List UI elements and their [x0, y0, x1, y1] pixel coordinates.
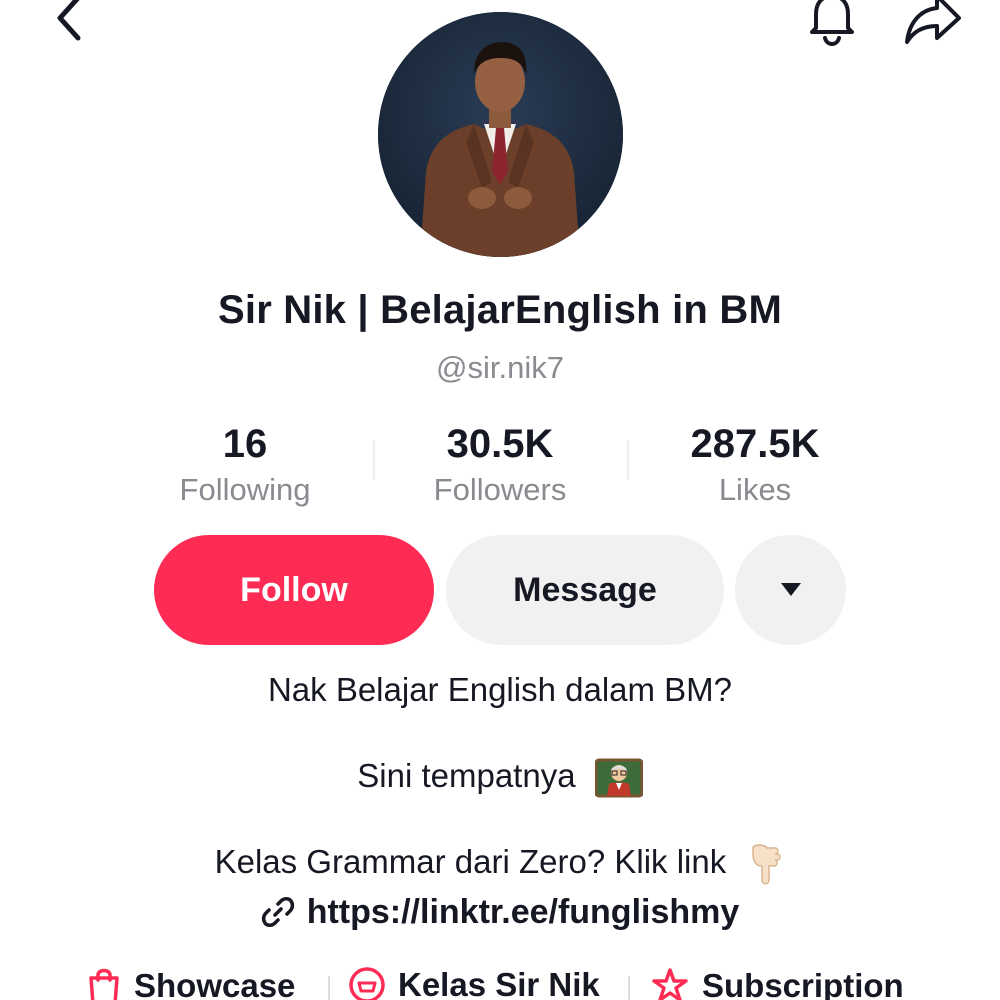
username: @sir.nik7 — [436, 350, 564, 385]
pointing-down-emoji-icon — [752, 844, 782, 885]
chip-label: Subscription — [702, 967, 904, 1000]
more-options-button[interactable] — [735, 535, 846, 645]
profile-photo — [378, 12, 623, 257]
message-button[interactable]: Message — [446, 535, 724, 645]
stat-label: Followers — [433, 472, 567, 507]
bio-line: Kelas Grammar dari Zero? Klik link — [0, 840, 1000, 886]
stat-divider — [373, 440, 375, 480]
showcase-chip[interactable]: Showcase — [86, 966, 295, 1000]
link-text[interactable]: https://linktr.ee/funglishmy — [307, 890, 740, 934]
chip-label: Showcase — [134, 967, 296, 1000]
bell-icon — [810, 0, 854, 47]
chevron-left-icon — [57, 0, 81, 41]
share-arrow-icon — [905, 0, 961, 44]
shopping-bag-icon — [89, 968, 119, 1000]
stat-value: 287.5K — [690, 422, 820, 466]
bio-line: Sini tempatnya — [0, 754, 1000, 798]
bio-line: Nak Belajar English dalam BM? — [267, 671, 733, 708]
back-button[interactable] — [40, 0, 96, 48]
caret-down-icon — [780, 583, 801, 596]
chip-divider — [328, 976, 330, 1000]
stat-value: 16 — [222, 422, 268, 466]
stat-following[interactable]: 16 Following — [125, 420, 365, 510]
course-icon — [349, 967, 385, 1000]
bio-link[interactable]: https://linktr.ee/funglishmy — [0, 890, 1000, 934]
stat-likes[interactable]: 287.5K Likes — [635, 420, 875, 510]
share-button[interactable] — [898, 0, 970, 48]
display-name: Sir Nik | BelajarEnglish in BM — [218, 288, 782, 332]
stat-label: Likes — [718, 472, 792, 507]
bio-text: Kelas Grammar dari Zero? Klik link — [214, 843, 727, 880]
avatar[interactable] — [378, 12, 623, 257]
teacher-emoji-icon — [594, 758, 643, 798]
chip-label: Kelas Sir Nik — [398, 966, 600, 1000]
stat-divider — [627, 440, 629, 480]
bio-text: Sini tempatnya — [357, 757, 576, 794]
subscription-star-icon — [652, 968, 688, 1000]
kelas-sir-nik-chip[interactable]: Kelas Sir Nik — [348, 966, 600, 1000]
stat-value: 30.5K — [446, 422, 554, 466]
stat-label: Following — [179, 472, 311, 507]
link-icon — [261, 897, 294, 927]
notification-button[interactable] — [800, 0, 864, 48]
follow-button[interactable]: Follow — [154, 535, 434, 645]
stat-followers[interactable]: 30.5K Followers — [380, 420, 620, 510]
subscription-chip[interactable]: Subscription — [650, 966, 904, 1000]
chip-divider — [628, 976, 630, 1000]
